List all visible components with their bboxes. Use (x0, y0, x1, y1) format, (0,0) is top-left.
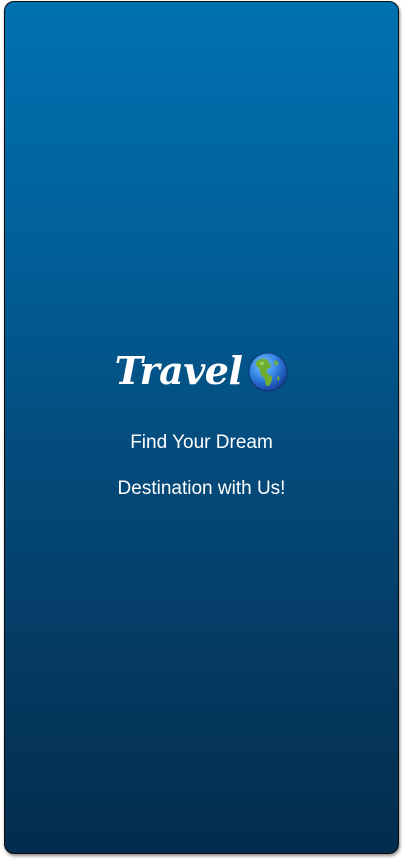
splash-screen: Travel Find Your Dream Destination with … (4, 1, 399, 854)
globe-americas-icon (249, 352, 288, 392)
brand-title: Travel (114, 348, 243, 393)
tagline-line-1: Find Your Dream (130, 432, 273, 453)
tagline: Find Your Dream Destination with Us! (118, 420, 286, 512)
tagline-line-2: Destination with Us! (117, 478, 286, 499)
splash-content: Travel Find Your Dream Destination with … (5, 346, 398, 512)
brand-logo: Travel (115, 346, 289, 396)
